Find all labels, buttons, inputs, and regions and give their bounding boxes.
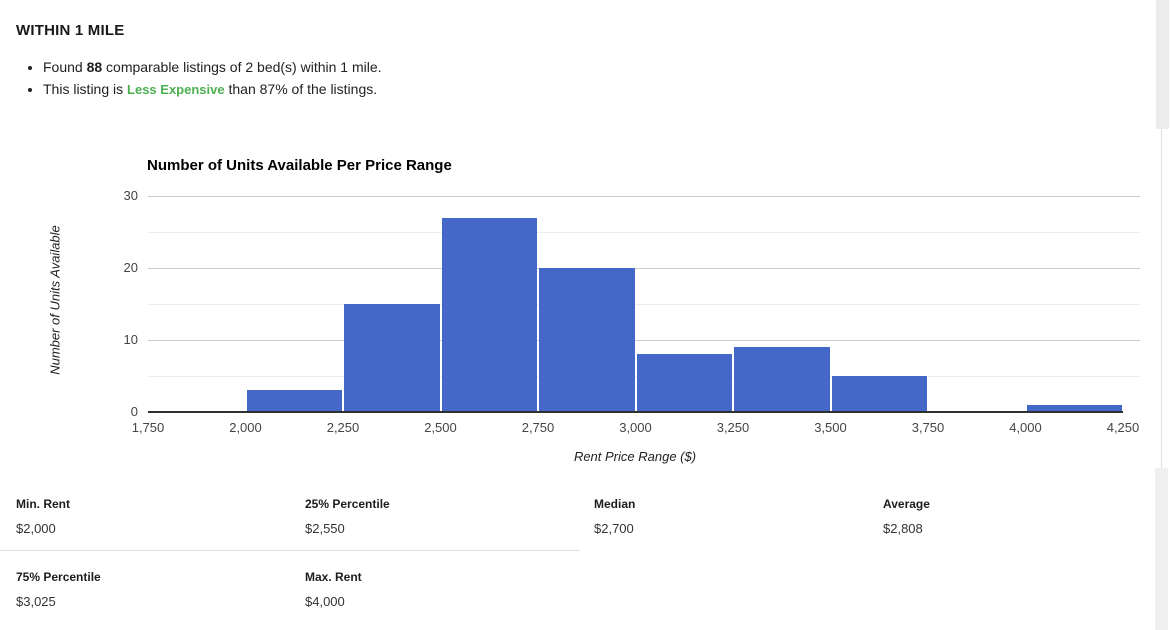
stat-value: $2,000 [16,521,56,536]
stat-label: 75% Percentile [16,570,101,584]
y-tick-label: 20 [123,260,138,275]
bullet-text: This listing is [43,81,128,97]
histogram-bar[interactable] [344,304,440,412]
histogram-plot-area [148,196,1140,413]
stat-label: Average [883,497,930,511]
histogram-bar[interactable] [831,376,927,412]
histogram-bar[interactable] [441,217,537,412]
stat-value: $4,000 [305,594,345,609]
x-tick-label: 2,750 [521,420,555,435]
minor-gridline [148,304,1140,305]
listing-count: 88 [86,59,103,75]
histogram-bar[interactable] [734,347,830,412]
x-tick-label: 1,750 [131,420,165,435]
minor-gridline [148,232,1140,233]
rent-comparison-panel: WITHIN 1 MILE Found 88 comparable listin… [0,0,1172,630]
summary-bullet-list: Found 88 comparable listings of 2 bed(s)… [16,57,382,101]
stats-row-divider [0,550,580,551]
major-gridline [148,196,1140,197]
y-axis-title: Number of Units Available [47,225,63,375]
x-tick-label: 3,250 [716,420,750,435]
histogram-bar[interactable] [539,268,635,412]
right-scrollbar-upper-segment[interactable] [1156,0,1169,129]
x-axis-baseline [148,411,1123,413]
y-tick-label: 0 [130,404,138,419]
x-tick-label: 2,000 [229,420,262,435]
summary-bullet-count: Found 88 comparable listings of 2 bed(s)… [43,57,382,78]
y-tick-label: 10 [123,332,138,347]
major-gridline [148,268,1140,269]
histogram-bar[interactable] [636,354,732,412]
stat-value: $2,550 [305,521,345,536]
right-scrollbar-lower-segment[interactable] [1155,468,1168,630]
x-tick-label: 2,250 [326,420,360,435]
bullet-text: comparable listings of 2 bed(s) within 1… [102,59,382,75]
x-tick-label: 3,750 [911,420,945,435]
x-tick-label: 3,000 [619,420,652,435]
major-gridline [148,340,1140,341]
x-axis-title: Rent Price Range ($) [573,449,697,464]
stat-label: Min. Rent [16,497,70,511]
less-expensive-badge: Less Expensive [127,82,225,97]
stat-label: Max. Rent [305,570,362,584]
stat-value: $2,700 [594,521,634,536]
chart-title: Number of Units Available Per Price Rang… [147,157,452,174]
section-title: WITHIN 1 MILE [16,22,125,39]
x-tick-label: 4,250 [1106,420,1140,435]
rent-stats-summary: Min. Rent $2,000 25% Percentile $2,550 Media… [0,490,1172,630]
stat-value: $3,025 [16,594,56,609]
x-tick-label: 4,000 [1009,420,1042,435]
x-tick-label: 2,500 [424,420,457,435]
bullet-text: than 87% of the listings. [224,81,378,97]
y-tick-label: 30 [123,188,138,203]
x-tick-label: 3,500 [814,420,847,435]
summary-bullet-price-position: This listing is Less Expensive than 87% … [43,79,382,100]
histogram-bar[interactable] [246,390,342,412]
stat-label: 25% Percentile [305,497,390,511]
bullet-text: Found [43,59,87,75]
stat-value: $2,808 [883,521,923,536]
stat-label: Median [594,497,636,511]
